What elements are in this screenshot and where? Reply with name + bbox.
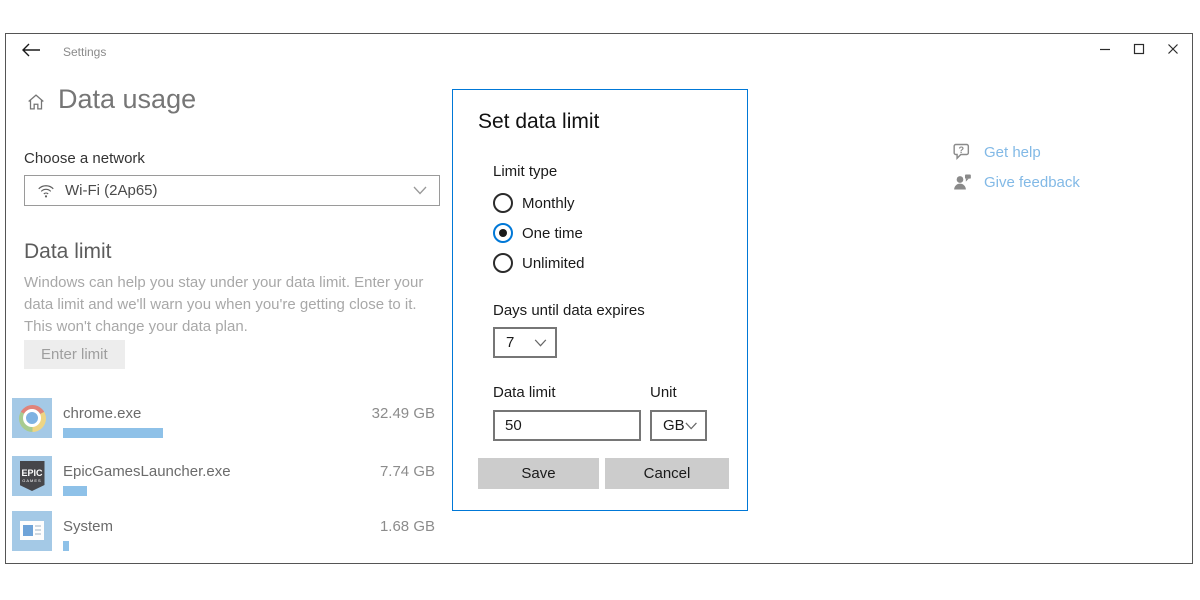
unit-field-label: Unit: [650, 384, 677, 401]
chevron-down-icon: [413, 186, 427, 195]
cancel-button[interactable]: Cancel: [605, 458, 729, 489]
back-icon: [21, 43, 41, 57]
app-name: System: [63, 518, 113, 535]
titlebar: Settings: [6, 34, 1192, 66]
minimize-icon: [1099, 43, 1111, 55]
home-icon: [25, 91, 47, 118]
unit-select[interactable]: GB: [650, 410, 707, 441]
feedback-person-icon: [952, 172, 973, 192]
radio-unlimited[interactable]: Unlimited: [493, 252, 585, 274]
data-limit-description: Windows can help you stay under your dat…: [24, 272, 440, 338]
maximize-icon: [1133, 43, 1145, 55]
close-button[interactable]: [1156, 36, 1190, 62]
usage-progress-bar: [63, 486, 87, 496]
radio-circle-icon[interactable]: [493, 223, 513, 243]
save-button[interactable]: Save: [478, 458, 599, 489]
system-icon: [12, 511, 52, 551]
app-name: EpicGamesLauncher.exe: [63, 463, 231, 480]
usage-progress-bar: [63, 541, 69, 551]
usage-progress-bar: [63, 428, 163, 438]
desktop: Settings: [0, 0, 1200, 600]
svg-text:?: ?: [958, 145, 964, 155]
dialog-title: Set data limit: [478, 110, 599, 134]
get-help-link[interactable]: ? Get help: [952, 141, 1041, 163]
set-data-limit-dialog: Set data limit Limit type Monthly One ti…: [452, 89, 748, 511]
app-title: Settings: [63, 45, 106, 59]
window-controls: [1088, 36, 1190, 62]
choose-network-label: Choose a network: [24, 150, 145, 167]
radio-one-time[interactable]: One time: [493, 222, 583, 244]
enter-limit-button[interactable]: Enter limit: [24, 340, 125, 369]
give-feedback-link[interactable]: Give feedback: [952, 171, 1080, 193]
chevron-down-icon: [534, 339, 547, 347]
days-select[interactable]: 7: [493, 327, 557, 358]
radio-monthly[interactable]: Monthly: [493, 192, 575, 214]
epic-games-icon: EPIC GAMES: [12, 456, 52, 496]
maximize-button[interactable]: [1122, 36, 1156, 62]
data-limit-input[interactable]: [493, 410, 641, 441]
data-limit-field-label: Data limit: [493, 384, 556, 401]
app-usage-row: chrome.exe 32.49 GB: [12, 398, 435, 442]
network-selected-value: Wi-Fi (2Ap65): [65, 182, 158, 199]
back-button[interactable]: [14, 38, 48, 62]
app-usage-row: EPIC GAMES EpicGamesLauncher.exe 7.74 GB: [12, 456, 435, 500]
minimize-button[interactable]: [1088, 36, 1122, 62]
limit-type-label: Limit type: [493, 163, 557, 180]
app-usage-value: 1.68 GB: [380, 518, 435, 535]
chrome-icon: [12, 398, 52, 438]
app-usage-row: System 1.68 GB: [12, 511, 435, 555]
radio-circle-icon[interactable]: [493, 193, 513, 213]
days-until-expires-label: Days until data expires: [493, 302, 645, 319]
page-title: Data usage: [58, 84, 196, 115]
app-usage-value: 32.49 GB: [372, 405, 435, 422]
app-usage-value: 7.74 GB: [380, 463, 435, 480]
help-chat-icon: ?: [952, 142, 973, 162]
radio-circle-icon[interactable]: [493, 253, 513, 273]
close-icon: [1167, 43, 1179, 55]
chevron-down-icon: [685, 422, 697, 430]
app-name: chrome.exe: [63, 405, 141, 422]
network-dropdown[interactable]: Wi-Fi (2Ap65): [24, 175, 440, 206]
data-limit-heading: Data limit: [24, 240, 112, 264]
wifi-icon: [37, 183, 55, 199]
